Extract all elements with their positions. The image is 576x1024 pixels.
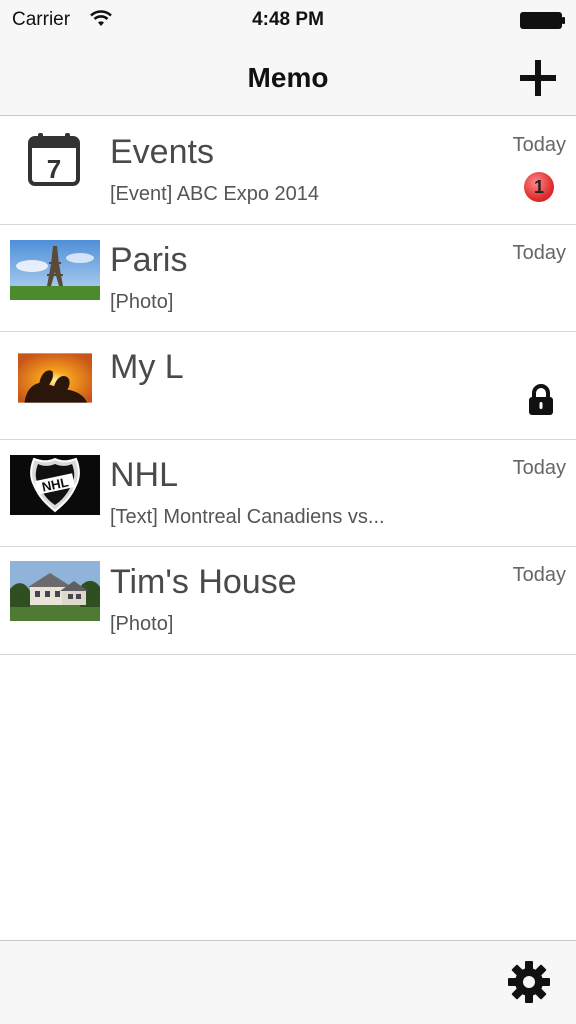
battery-icon	[520, 12, 565, 29]
memo-row-events[interactable]: 7 Events [Event] ABC Expo 2014 Today 1	[0, 117, 576, 225]
page-title: Memo	[247, 62, 329, 93]
memo-title: Events	[110, 133, 214, 171]
navigation-bar: Memo	[0, 40, 576, 116]
memo-title: NHL	[110, 455, 179, 494]
memo-date: Today	[512, 241, 566, 264]
bottom-toolbar	[0, 940, 576, 1024]
memo-row-my-l[interactable]: My L	[0, 332, 576, 440]
memo-date: Today	[512, 456, 566, 479]
status-bar: Carrier 4:48 PM	[0, 0, 576, 40]
memo-row-paris[interactable]: Paris [Photo] Today	[0, 224, 576, 332]
memo-subtitle: [Photo]	[110, 290, 174, 313]
nhl-logo: NHL	[10, 454, 100, 515]
memo-subtitle: [Photo]	[110, 613, 174, 635]
memo-date: Today	[512, 564, 566, 586]
calendar-icon: 7	[28, 133, 80, 186]
house-photo	[10, 561, 100, 621]
memo-row-nhl[interactable]: NHL NHL [Text] Montreal Canadiens vs... …	[0, 439, 576, 547]
memo-date: Today	[512, 134, 566, 156]
lock-icon	[529, 384, 553, 415]
gear-icon[interactable]	[506, 959, 552, 1005]
eiffel-tower-photo	[10, 239, 100, 300]
memo-subtitle: [Text] Montreal Canadiens vs...	[110, 505, 385, 528]
memo-title: Tim's House	[110, 563, 297, 601]
memo-list: 7 Events [Event] ABC Expo 2014 Today 1 P…	[0, 117, 576, 655]
memo-title: Paris	[110, 240, 188, 279]
calendar-day: 7	[47, 154, 61, 184]
status-time: 4:48 PM	[252, 9, 324, 30]
memo-title: My L	[110, 348, 184, 386]
memo-subtitle: [Event] ABC Expo 2014	[110, 183, 320, 205]
memo-row-tims-house[interactable]: Tim's House [Photo] Today	[0, 547, 576, 655]
unread-badge: 1	[524, 172, 554, 202]
silhouette-couple-photo	[18, 353, 92, 403]
add-memo-button[interactable]	[518, 58, 558, 98]
